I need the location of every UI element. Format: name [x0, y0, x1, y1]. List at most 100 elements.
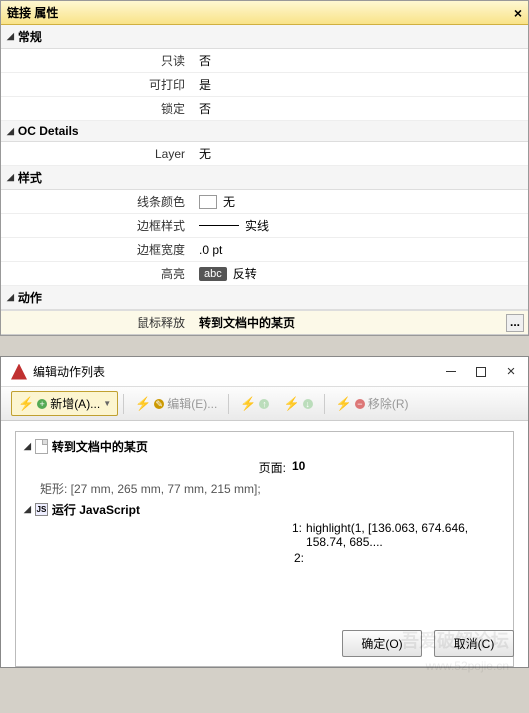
- prop-highlight-label: 高亮: [1, 262, 193, 285]
- prop-layer-value: 无: [193, 142, 528, 165]
- prop-mouse-up[interactable]: 鼠标释放 转到文档中的某页 ...: [1, 310, 528, 335]
- prop-readonly[interactable]: 只读 否: [1, 49, 528, 73]
- prop-readonly-label: 只读: [1, 49, 193, 72]
- tree-detail-page: 页面: 10: [24, 457, 505, 478]
- prop-border-style[interactable]: 边框样式 实线: [1, 214, 528, 238]
- section-oc-label: OC Details: [18, 124, 79, 138]
- bolt-icon: ⚡: [240, 396, 256, 412]
- prop-layer-label: Layer: [1, 144, 193, 164]
- code-text: highlight(1, [136.063, 674.646, 158.74, …: [306, 521, 505, 549]
- collapse-icon: ◢: [7, 292, 14, 303]
- edit-label: 编辑(E)...: [167, 395, 217, 412]
- prop-layer[interactable]: Layer 无: [1, 142, 528, 166]
- dialog-toolbar: ⚡+ 新增(A)... ▼ ⚡✎ 编辑(E)... ⚡↑ ⚡↓ ⚡− 移除(R): [1, 387, 528, 421]
- section-oc-details[interactable]: ◢ OC Details: [1, 121, 528, 142]
- line-number: 2:: [292, 551, 308, 565]
- prop-border-style-value: 实线: [193, 214, 528, 237]
- minimize-icon: [446, 371, 456, 372]
- link-properties-panel: 链接 属性 × ◢ 常规 只读 否 可打印 是 锁定 否 ◢ OC Detail…: [0, 0, 529, 336]
- up-badge-icon: ↑: [259, 399, 269, 409]
- code-line-1: 1: highlight(1, [136.063, 674.646, 158.7…: [24, 520, 505, 550]
- section-action[interactable]: ◢ 动作: [1, 286, 528, 310]
- rect-info: 矩形: [27 mm, 265 mm, 77 mm, 215 mm];: [24, 478, 505, 499]
- goto-page-label: 转到文档中的某页: [52, 438, 148, 455]
- section-general[interactable]: ◢ 常规: [1, 25, 528, 49]
- collapse-icon: ◢: [7, 172, 14, 183]
- prop-border-width-label: 边框宽度: [1, 238, 193, 261]
- section-style-label: 样式: [18, 169, 42, 186]
- close-icon[interactable]: ×: [514, 5, 522, 21]
- bolt-icon: ⚡: [283, 396, 299, 412]
- section-general-label: 常规: [18, 28, 42, 45]
- collapse-icon: ◢: [24, 504, 31, 515]
- prop-line-color-value: 无: [193, 190, 528, 213]
- solid-line-icon: [199, 225, 239, 226]
- prop-printable-value: 是: [193, 73, 528, 96]
- collapse-icon: ◢: [7, 126, 14, 137]
- tree-node-run-js[interactable]: ◢ JS 运行 JavaScript: [24, 499, 505, 520]
- more-button[interactable]: ...: [506, 314, 524, 332]
- toolbar-separator: [123, 394, 124, 414]
- cancel-button[interactable]: 取消(C): [434, 630, 514, 657]
- maximize-icon: [476, 367, 486, 377]
- page-value: 10: [292, 459, 305, 476]
- edit-badge-icon: ✎: [154, 399, 164, 409]
- prop-mouse-up-value: 转到文档中的某页: [193, 311, 528, 334]
- down-badge-icon: ↓: [303, 399, 313, 409]
- remove-label: 移除(R): [368, 395, 409, 412]
- prop-readonly-value: 否: [193, 49, 528, 72]
- prop-line-color[interactable]: 线条颜色 无: [1, 190, 528, 214]
- prop-border-width[interactable]: 边框宽度 .0 pt: [1, 238, 528, 262]
- move-up-button[interactable]: ⚡↑: [234, 393, 275, 415]
- dialog-title: 编辑动作列表: [33, 363, 105, 380]
- remove-button[interactable]: ⚡− 移除(R): [330, 392, 415, 415]
- dialog-titlebar: 编辑动作列表 ×: [1, 357, 528, 387]
- color-swatch-icon: [199, 195, 217, 209]
- toolbar-separator: [228, 394, 229, 414]
- prop-locked-label: 锁定: [1, 97, 193, 120]
- ok-button[interactable]: 确定(O): [342, 630, 422, 657]
- bolt-icon: ⚡: [18, 396, 34, 412]
- bolt-icon: ⚡: [336, 396, 352, 412]
- properties-title: 链接 属性: [7, 4, 58, 21]
- abc-badge-icon: abc: [199, 267, 227, 281]
- plus-badge-icon: +: [37, 399, 47, 409]
- move-down-button[interactable]: ⚡↓: [277, 393, 318, 415]
- prop-border-style-label: 边框样式: [1, 214, 193, 237]
- maximize-button[interactable]: [474, 365, 488, 379]
- prop-highlight[interactable]: 高亮 abc 反转: [1, 262, 528, 286]
- minus-badge-icon: −: [355, 399, 365, 409]
- prop-highlight-value: abc 反转: [193, 262, 528, 285]
- section-action-label: 动作: [18, 289, 42, 306]
- prop-mouse-up-label: 鼠标释放: [1, 311, 193, 334]
- collapse-icon: ◢: [7, 31, 14, 42]
- minimize-button[interactable]: [444, 365, 458, 379]
- prop-locked[interactable]: 锁定 否: [1, 97, 528, 121]
- prop-border-width-value: .0 pt: [193, 240, 528, 260]
- collapse-icon: ◢: [24, 441, 31, 452]
- code-line-2: 2:: [24, 550, 505, 566]
- prop-locked-value: 否: [193, 97, 528, 120]
- prop-line-color-label: 线条颜色: [1, 190, 193, 213]
- close-button[interactable]: ×: [504, 365, 518, 379]
- add-label: 新增(A)...: [50, 395, 100, 412]
- run-js-label: 运行 JavaScript: [52, 501, 140, 518]
- edit-action-list-dialog: 编辑动作列表 × ⚡+ 新增(A)... ▼ ⚡✎ 编辑(E)... ⚡↑ ⚡↓…: [0, 356, 529, 668]
- chevron-down-icon: ▼: [103, 399, 111, 408]
- properties-titlebar: 链接 属性 ×: [1, 1, 528, 25]
- toolbar-separator: [324, 394, 325, 414]
- close-icon: ×: [507, 364, 516, 379]
- dialog-button-bar: 确定(O) 取消(C): [342, 630, 514, 657]
- page-icon: [35, 439, 48, 454]
- bolt-icon: ⚡: [135, 396, 151, 412]
- prop-printable[interactable]: 可打印 是: [1, 73, 528, 97]
- section-style[interactable]: ◢ 样式: [1, 166, 528, 190]
- javascript-icon: JS: [35, 503, 48, 516]
- line-number: 1:: [292, 521, 306, 549]
- app-icon: [11, 364, 27, 380]
- edit-button[interactable]: ⚡✎ 编辑(E)...: [129, 392, 223, 415]
- prop-printable-label: 可打印: [1, 73, 193, 96]
- add-button[interactable]: ⚡+ 新增(A)... ▼: [11, 391, 118, 416]
- tree-node-goto-page[interactable]: ◢ 转到文档中的某页: [24, 436, 505, 457]
- page-label: 页面:: [24, 459, 292, 476]
